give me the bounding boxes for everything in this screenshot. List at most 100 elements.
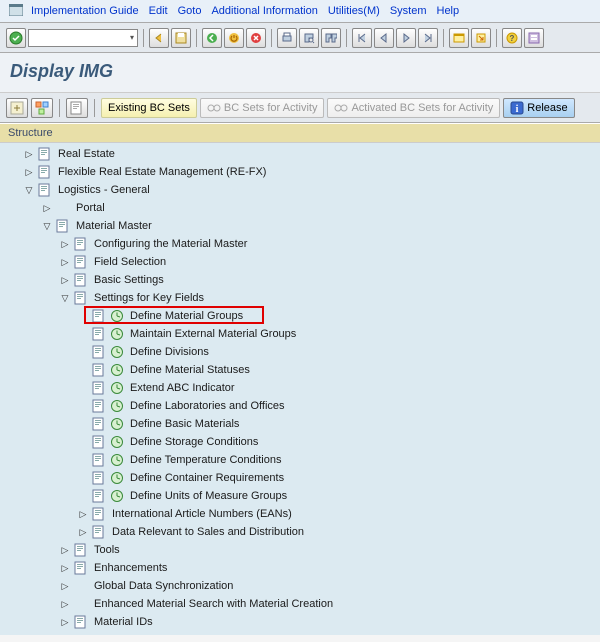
tree-row[interactable]: ▷Basic Settings <box>0 271 600 289</box>
tree-row[interactable]: ·Define Material Statuses <box>0 361 600 379</box>
document-icon[interactable] <box>90 326 108 342</box>
document-icon[interactable] <box>90 470 108 486</box>
document-icon[interactable] <box>72 290 90 306</box>
document-icon[interactable] <box>72 560 90 576</box>
bc-sets-for-activity-button[interactable]: BC Sets for Activity <box>200 98 325 118</box>
expand-toggle[interactable]: ▷ <box>58 561 72 575</box>
execute-activity-icon[interactable] <box>108 434 126 450</box>
tree-row[interactable]: ▷Data Relevant to Sales and Distribution <box>0 523 600 541</box>
document-icon[interactable] <box>72 236 90 252</box>
existing-bc-sets-button[interactable]: Existing BC Sets <box>101 98 197 118</box>
menu-system[interactable]: System <box>387 3 430 19</box>
tree-row[interactable]: ▽Logistics - General <box>0 181 600 199</box>
expand-collapse-button[interactable] <box>6 98 28 118</box>
expand-toggle[interactable]: ▷ <box>40 201 54 215</box>
document-icon[interactable] <box>90 506 108 522</box>
execute-activity-icon[interactable] <box>108 308 126 324</box>
expand-toggle[interactable]: ▷ <box>58 597 72 611</box>
activated-bc-sets-button[interactable]: Activated BC Sets for Activity <box>327 98 500 118</box>
tree-row[interactable]: ▽Material Master <box>0 217 600 235</box>
tree-row[interactable]: ▷Real Estate <box>0 145 600 163</box>
cancel-button[interactable] <box>246 28 266 48</box>
print-button[interactable] <box>277 28 297 48</box>
menu-edit[interactable]: Edit <box>146 3 171 19</box>
save-button[interactable] <box>171 28 191 48</box>
expand-toggle[interactable]: ▷ <box>22 165 36 179</box>
menu-goto[interactable]: Goto <box>175 3 205 19</box>
document-icon[interactable] <box>90 452 108 468</box>
tree-row[interactable]: ·Define Material Groups <box>0 307 600 325</box>
back-button[interactable] <box>149 28 169 48</box>
find-next-button[interactable] <box>321 28 341 48</box>
tree-row[interactable]: ▽Settings for Key Fields <box>0 289 600 307</box>
new-session-button[interactable] <box>449 28 469 48</box>
expand-toggle[interactable]: ▷ <box>58 615 72 629</box>
tree-row[interactable]: ·Define Temperature Conditions <box>0 451 600 469</box>
document-icon[interactable] <box>90 488 108 504</box>
document-icon[interactable] <box>54 218 72 234</box>
document-icon[interactable] <box>36 146 54 162</box>
execute-activity-icon[interactable] <box>108 344 126 360</box>
img-tree[interactable]: ▷Real Estate▷Flexible Real Estate Manage… <box>0 143 600 635</box>
local-layout-button[interactable] <box>524 28 544 48</box>
collapse-toggle[interactable]: ▽ <box>58 291 72 305</box>
expand-toggle[interactable]: ▷ <box>58 273 72 287</box>
document-icon[interactable] <box>90 398 108 414</box>
tree-row[interactable]: ▷Enhancements <box>0 559 600 577</box>
expand-toggle[interactable]: ▷ <box>58 543 72 557</box>
tree-row[interactable]: ·Maintain External Material Groups <box>0 325 600 343</box>
tree-row[interactable]: ·Define Divisions <box>0 343 600 361</box>
document-icon[interactable] <box>72 542 90 558</box>
execute-activity-icon[interactable] <box>108 452 126 468</box>
command-dropdown-icon[interactable]: ▾ <box>130 33 134 42</box>
expand-toggle[interactable]: ▷ <box>58 255 72 269</box>
tree-row[interactable]: ·Define Container Requirements <box>0 469 600 487</box>
tree-row[interactable]: ▷Enhanced Material Search with Material … <box>0 595 600 613</box>
execute-activity-icon[interactable] <box>108 488 126 504</box>
window-menu-icon[interactable] <box>8 3 24 17</box>
menu-help[interactable]: Help <box>434 3 463 19</box>
tree-row[interactable]: ·Define Basic Materials <box>0 415 600 433</box>
menu-additional-information[interactable]: Additional Information <box>208 3 320 19</box>
execute-activity-icon[interactable] <box>108 362 126 378</box>
execute-activity-icon[interactable] <box>108 470 126 486</box>
tree-row[interactable]: ▷Flexible Real Estate Management (RE-FX) <box>0 163 600 181</box>
help-button[interactable]: ? <box>502 28 522 48</box>
document-icon[interactable] <box>90 380 108 396</box>
document-icon[interactable] <box>90 308 108 324</box>
exit-button[interactable] <box>224 28 244 48</box>
where-used-button[interactable] <box>31 98 53 118</box>
expand-toggle[interactable]: ▷ <box>58 579 72 593</box>
expand-toggle[interactable]: ▷ <box>22 147 36 161</box>
document-icon[interactable] <box>90 524 108 540</box>
tree-row[interactable]: ▷Field Selection <box>0 253 600 271</box>
tree-row[interactable]: ▷Portal <box>0 199 600 217</box>
execute-activity-icon[interactable] <box>108 380 126 396</box>
first-page-button[interactable] <box>352 28 372 48</box>
tree-row[interactable]: ·Extend ABC Indicator <box>0 379 600 397</box>
tree-row[interactable]: ▷Configuring the Material Master <box>0 235 600 253</box>
document-icon[interactable] <box>36 164 54 180</box>
document-icon[interactable] <box>72 272 90 288</box>
enter-button[interactable] <box>6 28 26 48</box>
tree-row[interactable]: ▷International Article Numbers (EANs) <box>0 505 600 523</box>
collapse-toggle[interactable]: ▽ <box>22 183 36 197</box>
document-icon[interactable] <box>90 362 108 378</box>
document-icon[interactable] <box>72 614 90 630</box>
command-field[interactable]: ▾ <box>28 29 138 47</box>
expand-toggle[interactable]: ▷ <box>58 237 72 251</box>
back-green-button[interactable] <box>202 28 222 48</box>
menu-utilities[interactable]: Utilities(M) <box>325 3 383 19</box>
find-button[interactable] <box>299 28 319 48</box>
execute-activity-icon[interactable] <box>108 398 126 414</box>
last-page-button[interactable] <box>418 28 438 48</box>
prev-page-button[interactable] <box>374 28 394 48</box>
tree-row[interactable]: ▷Tools <box>0 541 600 559</box>
change-log-button[interactable] <box>66 98 88 118</box>
document-icon[interactable] <box>90 344 108 360</box>
tree-row[interactable]: ▷Material IDs <box>0 613 600 631</box>
tree-row[interactable]: ▷Global Data Synchronization <box>0 577 600 595</box>
execute-activity-icon[interactable] <box>108 326 126 342</box>
tree-row[interactable]: ·Define Storage Conditions <box>0 433 600 451</box>
document-icon[interactable] <box>90 416 108 432</box>
